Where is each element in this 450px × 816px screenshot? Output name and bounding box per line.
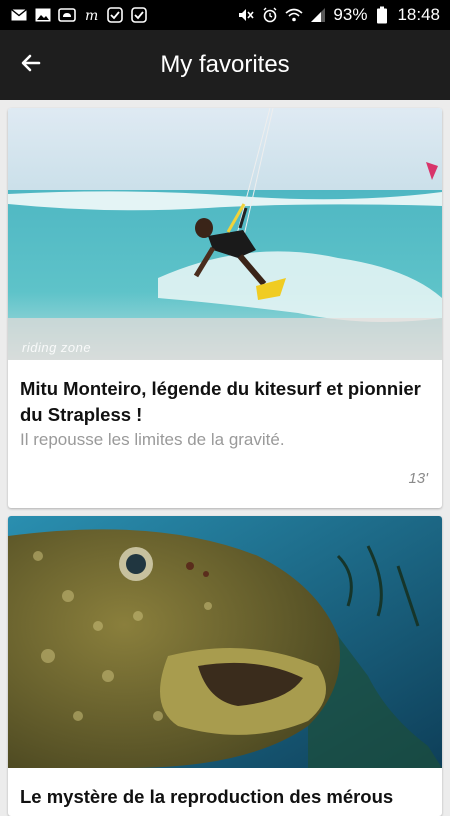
news-icon: m <box>82 6 100 24</box>
clock: 18:48 <box>397 5 440 24</box>
status-bar: m 93% 18:48 <box>0 0 450 30</box>
wifi-icon <box>285 6 303 24</box>
cloud-icon <box>58 6 76 24</box>
mute-icon <box>237 6 255 24</box>
image-watermark: riding zone <box>22 340 92 355</box>
card-title[interactable]: Le mystère de la reproduction des mérous <box>20 784 430 810</box>
card-subtitle: Il repousse les limites de la gravité. <box>20 430 285 449</box>
signal-icon <box>309 6 327 24</box>
video-thumbnail[interactable]: riding zone <box>8 108 442 360</box>
card-title[interactable]: Mitu Monteiro, légende du kitesurf et pi… <box>20 376 430 428</box>
alarm-icon <box>261 6 279 24</box>
status-bar-notifications: m <box>10 6 148 24</box>
page-title: My favorites <box>160 51 290 78</box>
svg-text:m: m <box>85 8 98 23</box>
check-box-icon <box>106 6 124 24</box>
check-box-icon <box>130 6 148 24</box>
favorite-card[interactable]: Le mystère de la reproduction des mérous <box>8 516 442 816</box>
battery-percent: 93% <box>333 5 368 24</box>
video-duration: 13' <box>408 470 428 487</box>
app-bar: My favorites <box>0 30 450 100</box>
image-icon <box>34 6 52 24</box>
battery-icon <box>373 6 391 24</box>
status-bar-system: 93% 18:48 <box>237 5 440 25</box>
mail-icon <box>10 6 28 24</box>
video-thumbnail[interactable] <box>8 516 442 768</box>
favorite-card[interactable]: riding zone Mitu Monteiro, légende du ki… <box>8 108 442 508</box>
